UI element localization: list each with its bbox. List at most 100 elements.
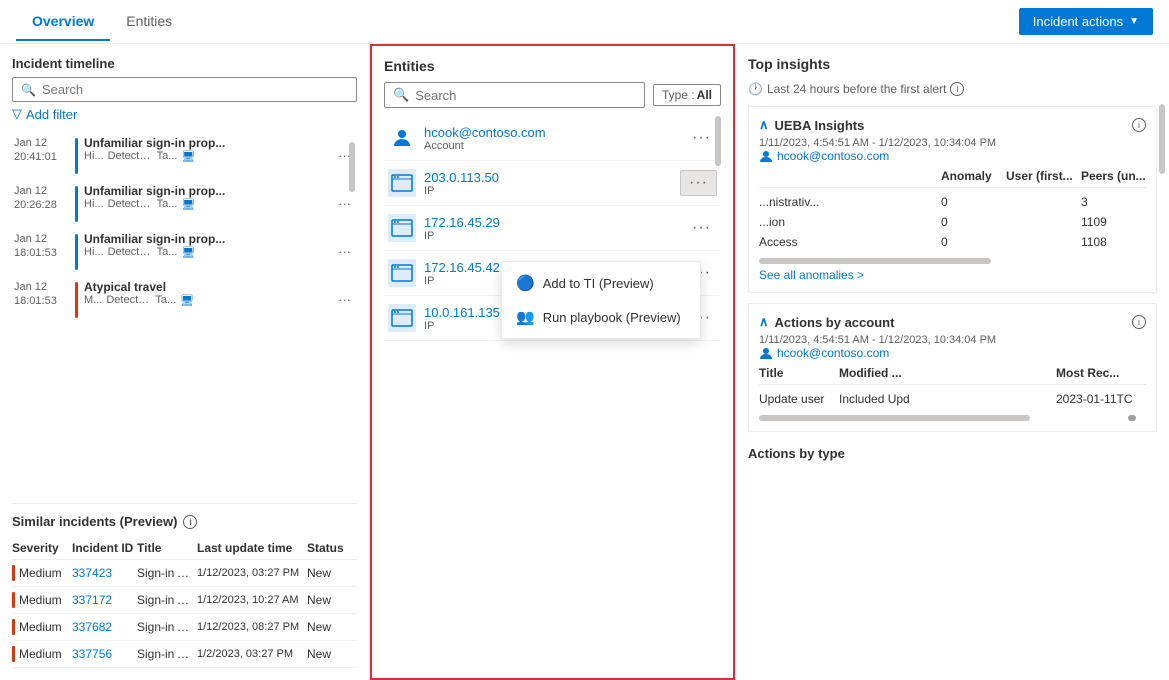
timeline-title-4: Atypical travel — [84, 280, 254, 294]
ueba-header: ∧ UEBA Insights i — [759, 117, 1146, 133]
entity-item-2[interactable]: 203.0.113.50 IP ··· — [384, 161, 721, 206]
tab-entities[interactable]: Entities — [110, 3, 188, 41]
entities-search-input[interactable] — [415, 88, 636, 103]
timeline-item[interactable]: Jan 1220:41:01 Unfamiliar sign-in prop..… — [12, 132, 357, 178]
row2-title: Sign-in Activity from Suspicious ... — [137, 593, 197, 607]
context-menu-run-playbook[interactable]: 👥 Run playbook (Preview) — [502, 300, 700, 334]
ueba-info-icon[interactable]: i — [1132, 118, 1146, 132]
col-header-severity: Severity — [12, 541, 72, 555]
similar-row-2[interactable]: Medium 337172 Sign-in Activity from Susp… — [12, 587, 357, 614]
actions-info-icon[interactable]: i — [1132, 315, 1146, 329]
timeline-more-3[interactable]: ··· — [334, 244, 355, 259]
subtitle-info-icon[interactable]: i — [950, 82, 964, 96]
entity-item-1[interactable]: hcook@contoso.com Account ··· — [384, 116, 721, 161]
row4-severity: Medium — [12, 646, 72, 662]
actions-by-account-section: ∧ Actions by account i 1/11/2023, 4:54:5… — [748, 303, 1157, 432]
similar-row-1[interactable]: Medium 337423 Sign-in Activity from Susp… — [12, 560, 357, 587]
timeline-search-input[interactable] — [42, 82, 348, 97]
device-icon-1: 🖥 — [181, 150, 195, 163]
entity-type-3: IP — [424, 230, 678, 242]
entities-panel: Entities 🔍 Type : All hcook@contoso.com … — [370, 44, 735, 680]
see-all-anomalies[interactable]: See all anomalies > — [759, 268, 1146, 282]
entities-search-box[interactable]: 🔍 — [384, 82, 645, 108]
entities-search-row: 🔍 Type : All — [384, 82, 721, 108]
col-header-id: Incident ID — [72, 541, 137, 555]
timeline-title-3: Unfamiliar sign-in prop... — [84, 232, 254, 246]
entity-type-2: IP — [424, 185, 672, 197]
row2-time: 1/12/2023, 10:27 AM — [197, 594, 307, 606]
col-header-title: Title — [137, 541, 197, 555]
entity-name-2[interactable]: 203.0.113.50 — [424, 170, 672, 185]
ueba-date: 1/11/2023, 4:54:51 AM - 1/12/2023, 10:34… — [759, 137, 1146, 149]
entity-more-3[interactable]: ··· — [686, 217, 717, 239]
actions-header: ∧ Actions by account i — [759, 314, 1146, 330]
ueba-h-scrollbar[interactable] — [759, 258, 991, 264]
row4-title: Sign-in Activity from Suspicious ... — [137, 647, 197, 661]
type-filter-label: Type : — [662, 88, 695, 102]
timeline-content-1: Unfamiliar sign-in prop... Hi... Detecte… — [84, 136, 328, 163]
timeline-items: Jan 1220:41:01 Unfamiliar sign-in prop..… — [12, 132, 357, 322]
entity-more-1[interactable]: ··· — [686, 127, 717, 149]
actions-row-1: Update user Included Upd 2023-01-11TC — [759, 389, 1146, 409]
similar-table-body: Medium 337423 Sign-in Activity from Susp… — [12, 560, 357, 668]
entity-more-2[interactable]: ··· — [680, 170, 717, 196]
ueba-row-2: ...ion 0 1109 — [759, 212, 1146, 232]
timeline-section: Incident timeline 🔍 ▽ Add filter — [12, 56, 357, 122]
row3-id[interactable]: 337682 — [72, 620, 137, 634]
actions-h-scrollbar[interactable] — [759, 415, 1030, 421]
ip-icon-3 — [388, 259, 416, 287]
row1-id[interactable]: 337423 — [72, 566, 137, 580]
similar-row-3[interactable]: Medium 337682 Sign-in Activity from Susp… — [12, 614, 357, 641]
row1-time: 1/12/2023, 03:27 PM — [197, 567, 307, 579]
entity-item-3[interactable]: 172.16.45.29 IP ··· — [384, 206, 721, 251]
type-filter-button[interactable]: Type : All — [653, 84, 721, 106]
context-menu: 🔵 Add to TI (Preview) 👥 Run playbook (Pr… — [501, 261, 701, 339]
timeline-item[interactable]: Jan 1218:01:53 Unfamiliar sign-in prop..… — [12, 228, 357, 274]
add-filter-button[interactable]: ▽ Add filter — [12, 106, 357, 122]
actions-collapse-icon[interactable]: ∧ — [759, 314, 769, 330]
row3-severity: Medium — [12, 619, 72, 635]
add-ti-icon: 🔵 — [516, 274, 535, 292]
filter-icon: ▽ — [12, 106, 22, 122]
timeline-title: Incident timeline — [12, 56, 357, 71]
tab-overview[interactable]: Overview — [16, 3, 110, 41]
row2-id[interactable]: 337172 — [72, 593, 137, 607]
actions-by-type-label: Actions by type — [748, 446, 1157, 461]
left-panel: Incident timeline 🔍 ▽ Add filter Jan 122… — [0, 44, 370, 680]
ip-icon-2 — [388, 214, 416, 242]
info-icon[interactable]: i — [183, 515, 197, 529]
ueba-table-header: Anomaly User (first... Peers (un... — [759, 169, 1146, 188]
timeline-more-2[interactable]: ··· — [334, 196, 355, 211]
row4-id[interactable]: 337756 — [72, 647, 137, 661]
header: Overview Entities Incident actions ▼ — [0, 0, 1169, 44]
context-menu-add-ti[interactable]: 🔵 Add to TI (Preview) — [502, 266, 700, 300]
row3-time: 1/12/2023, 08:27 PM — [197, 621, 307, 633]
timeline-content-2: Unfamiliar sign-in prop... Hi... Detecte… — [84, 184, 328, 211]
similar-table-header: Severity Incident ID Title Last update t… — [12, 537, 357, 560]
incident-actions-button[interactable]: Incident actions ▼ — [1019, 8, 1153, 35]
col-header-time: Last update time — [197, 541, 307, 555]
similar-row-4[interactable]: Medium 337756 Sign-in Activity from Susp… — [12, 641, 357, 668]
ueba-title: ∧ UEBA Insights — [759, 117, 864, 133]
entity-name-1[interactable]: hcook@contoso.com — [424, 125, 678, 140]
timeline-bar-3 — [75, 234, 78, 270]
timeline-content-4: Atypical travel M... Detected b... Ta...… — [84, 280, 328, 307]
entity-info-1: hcook@contoso.com Account — [424, 125, 678, 152]
actions-table-header: Title Modified ... Most Rec... — [759, 366, 1146, 385]
entity-name-3[interactable]: 172.16.45.29 — [424, 215, 678, 230]
actions-title: ∧ Actions by account — [759, 314, 894, 330]
timeline-search-box[interactable]: 🔍 — [12, 77, 357, 102]
timeline-item[interactable]: Jan 1220:26:28 Unfamiliar sign-in prop..… — [12, 180, 357, 226]
header-tabs: Overview Entities — [16, 3, 188, 41]
timeline-more-4[interactable]: ··· — [334, 292, 355, 307]
timeline-scrollbar[interactable] — [349, 142, 355, 192]
right-panel: Top insights 🕐 Last 24 hours before the … — [735, 44, 1169, 680]
timeline-list: Jan 1220:41:01 Unfamiliar sign-in prop..… — [12, 132, 357, 493]
entities-scrollbar[interactable] — [715, 116, 721, 166]
right-panel-scrollbar[interactable] — [1159, 104, 1165, 174]
row4-status: New — [307, 647, 357, 661]
row3-title: Sign-in Activity from Suspicious ... — [137, 620, 197, 634]
row2-severity: Medium — [12, 592, 72, 608]
timeline-item[interactable]: Jan 1218:01:53 Atypical travel M... Dete… — [12, 276, 357, 322]
ueba-collapse-icon[interactable]: ∧ — [759, 117, 769, 133]
